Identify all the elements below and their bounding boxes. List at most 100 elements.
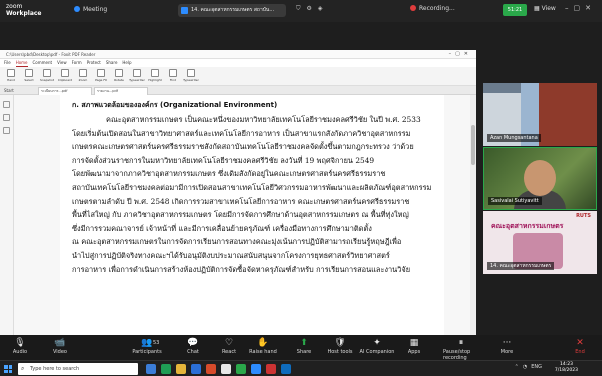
toolbar-pause-stop-recording-button[interactable]: ⏸ Pause/stop recording [443,338,479,361]
taskbar-clock[interactable]: 14:23 7/18/2023 [555,362,578,374]
ribbon-tab-home[interactable]: Home [15,59,28,67]
toolbar-react-button[interactable]: ♡ React [211,338,247,355]
toolbar-raise-hand-button[interactable]: ✋ Raise hand [245,338,281,355]
chrome-icon[interactable] [221,364,231,374]
bookmark-icon[interactable] [3,101,10,108]
view-button[interactable]: ▦ View [534,5,556,12]
pdf-page: ก. สภาพแวดล้อมขององค์กร (Organizational … [60,95,444,335]
ribbon-button-typewriter[interactable]: Typewriter [183,69,199,85]
word-icon[interactable] [191,364,201,374]
ribbon-label: Clipboard [57,78,73,82]
ribbon-toolbar: Hand Select Snapshot Clipboard Zoom Page Fit R… [0,67,476,86]
ribbon-tab-share[interactable]: Share [106,59,118,67]
zoom-app-icon[interactable] [251,364,261,374]
task-view-icon[interactable] [146,364,156,374]
ribbon-label: Zoom [78,78,88,82]
participant-name: Azan Mungsantana [487,134,541,142]
start-tab[interactable]: Start [4,86,14,95]
toolbar-host-tools-button[interactable]: 🛡 Host tools [322,338,358,355]
scroll-thumb[interactable] [471,125,475,165]
toolbar-label: React [221,349,237,355]
ribbon-tab-help[interactable]: Help [122,59,131,67]
ribbon-label: Find [169,78,177,82]
mic-icon: 🎙 [14,338,26,348]
network-icon[interactable]: ⌃ [515,364,519,370]
vertical-scrollbar[interactable] [470,95,476,335]
ribbon-button-typewriter[interactable]: Typewriter [129,69,145,85]
wifi-icon[interactable]: ◔ [523,364,527,370]
ribbon-button-zoom[interactable]: Zoom [76,69,90,85]
window-controls[interactable]: –▢✕ [565,4,596,12]
typewriter-icon [187,69,195,77]
foxit-icon[interactable] [266,364,276,374]
ribbon-tab-form[interactable]: Form [72,59,82,67]
page-fit-icon [97,69,105,77]
more-icon: ··· [502,338,512,348]
participant-tile[interactable]: RUTS คณะอุตสาหกรรมเกษตร 14. คณะอุตสาหกรร… [483,211,597,274]
edge-icon[interactable] [281,364,291,374]
shared-screen: C:\Users\pbd\Desktop\pdf - Foxit PDF Rea… [0,50,476,335]
pages-icon[interactable] [3,114,10,121]
ribbon-tab-view[interactable]: View [57,59,67,67]
powerpoint-icon[interactable] [206,364,216,374]
settings-icon[interactable]: ⚙ [307,5,312,13]
share-banner-text: 14. คณะอุตสาหกรรมเกษตร สถาบัน... [191,7,275,13]
windows-start-icon[interactable] [4,365,12,373]
security-icon[interactable]: ◈ [318,5,323,13]
meeting-toolbar: 🎙 Audio 📹 Video 👥 Participants 53 💬 Chat ♡ React ✋ R… [0,335,602,361]
zoom-logo-text: zoom [6,3,23,10]
language-indicator[interactable]: ENG [531,364,542,370]
toolbar-more-button[interactable]: ··· More [489,338,525,355]
ribbon-button-clipboard[interactable]: Clipboard [58,69,72,85]
participant-tile-active-speaker[interactable]: Sasivalai Sutiyavitt [483,147,597,210]
ai-companion-icon: ✦ [373,338,381,348]
ribbon-label: Select [24,78,34,82]
line-icon[interactable] [236,364,246,374]
taskbar-search[interactable]: ⌕ Type here to search [18,363,138,375]
shield-icon[interactable]: ⛉ [296,5,301,13]
ribbon-button-page-fit[interactable]: Page Fit [94,69,108,85]
participant-video [524,160,556,196]
doc-tab-2[interactable]: รายงาน...pdf [94,87,148,95]
toolbar-chat-button[interactable]: 💬 Chat [175,338,211,355]
toolbar-apps-button[interactable]: ▦ Apps [396,338,432,355]
app-window-controls[interactable]: –▢✕ [449,50,472,59]
file-explorer-icon[interactable] [176,364,186,374]
toolbar-participants-button[interactable]: 👥 Participants 53 [129,338,165,355]
toolbar-share-button[interactable]: ⬆ Share [286,338,322,355]
toolbar-label: Chat [187,349,199,355]
search-placeholder: Type here to search [30,366,80,372]
search-icon: ⌕ [21,365,25,372]
toolbar-ai-companion-button[interactable]: ✦ AI Companion [359,338,395,355]
find-icon [169,69,177,77]
toolbar-label: Raise hand [249,349,277,355]
doc-tab-1[interactable]: ระเบียบการ...pdf [38,87,92,95]
ribbon-button-snapshot[interactable]: Snapshot [40,69,54,85]
toolbar-label: End [575,349,585,355]
ribbon-button-hand[interactable]: Hand [4,69,18,85]
ribbon-tab-comment[interactable]: Comment [33,59,53,67]
ribbon-button-rotate[interactable]: Rotate [112,69,126,85]
select-icon [25,69,33,77]
toolbar-video-button[interactable]: 📹 Video [42,338,78,355]
attachment-icon[interactable] [3,127,10,134]
toolbar-end-button[interactable]: ✕ End [562,338,598,355]
meeting-tab[interactable]: Meeting [74,6,107,13]
participant-tile[interactable]: Azan Mungsantana [483,83,597,146]
ribbon-button-select[interactable]: Select [22,69,36,85]
toolbar-audio-button[interactable]: 🎙 Audio [2,338,38,355]
page-area: ก. สภาพแวดล้อมขององค์กร (Organizational … [14,95,476,335]
toolbar-label: Participants [132,349,162,355]
excel-icon[interactable] [161,364,171,374]
ribbon-tab-file[interactable]: File [4,59,11,67]
recording-indicator[interactable]: Recording... [410,5,455,12]
video-icon: 📹 [54,338,66,348]
screen-share-banner[interactable]: 14. คณะอุตสาหกรรมเกษตร สถาบัน... [178,4,286,17]
text-line: โดยพัฒนามาจากภาควิชาอุตสาหกรรมเกษตร ซึ่ง… [72,169,386,179]
ribbon-button-highlight[interactable]: Highlight [148,69,162,85]
hand-icon [7,69,15,77]
react-icon: ♡ [224,338,234,348]
ribbon-button-find[interactable]: Find [166,69,180,85]
ribbon-tab-protect[interactable]: Protect [87,59,101,67]
system-tray: ⌃ ◔ ENG [515,364,542,370]
